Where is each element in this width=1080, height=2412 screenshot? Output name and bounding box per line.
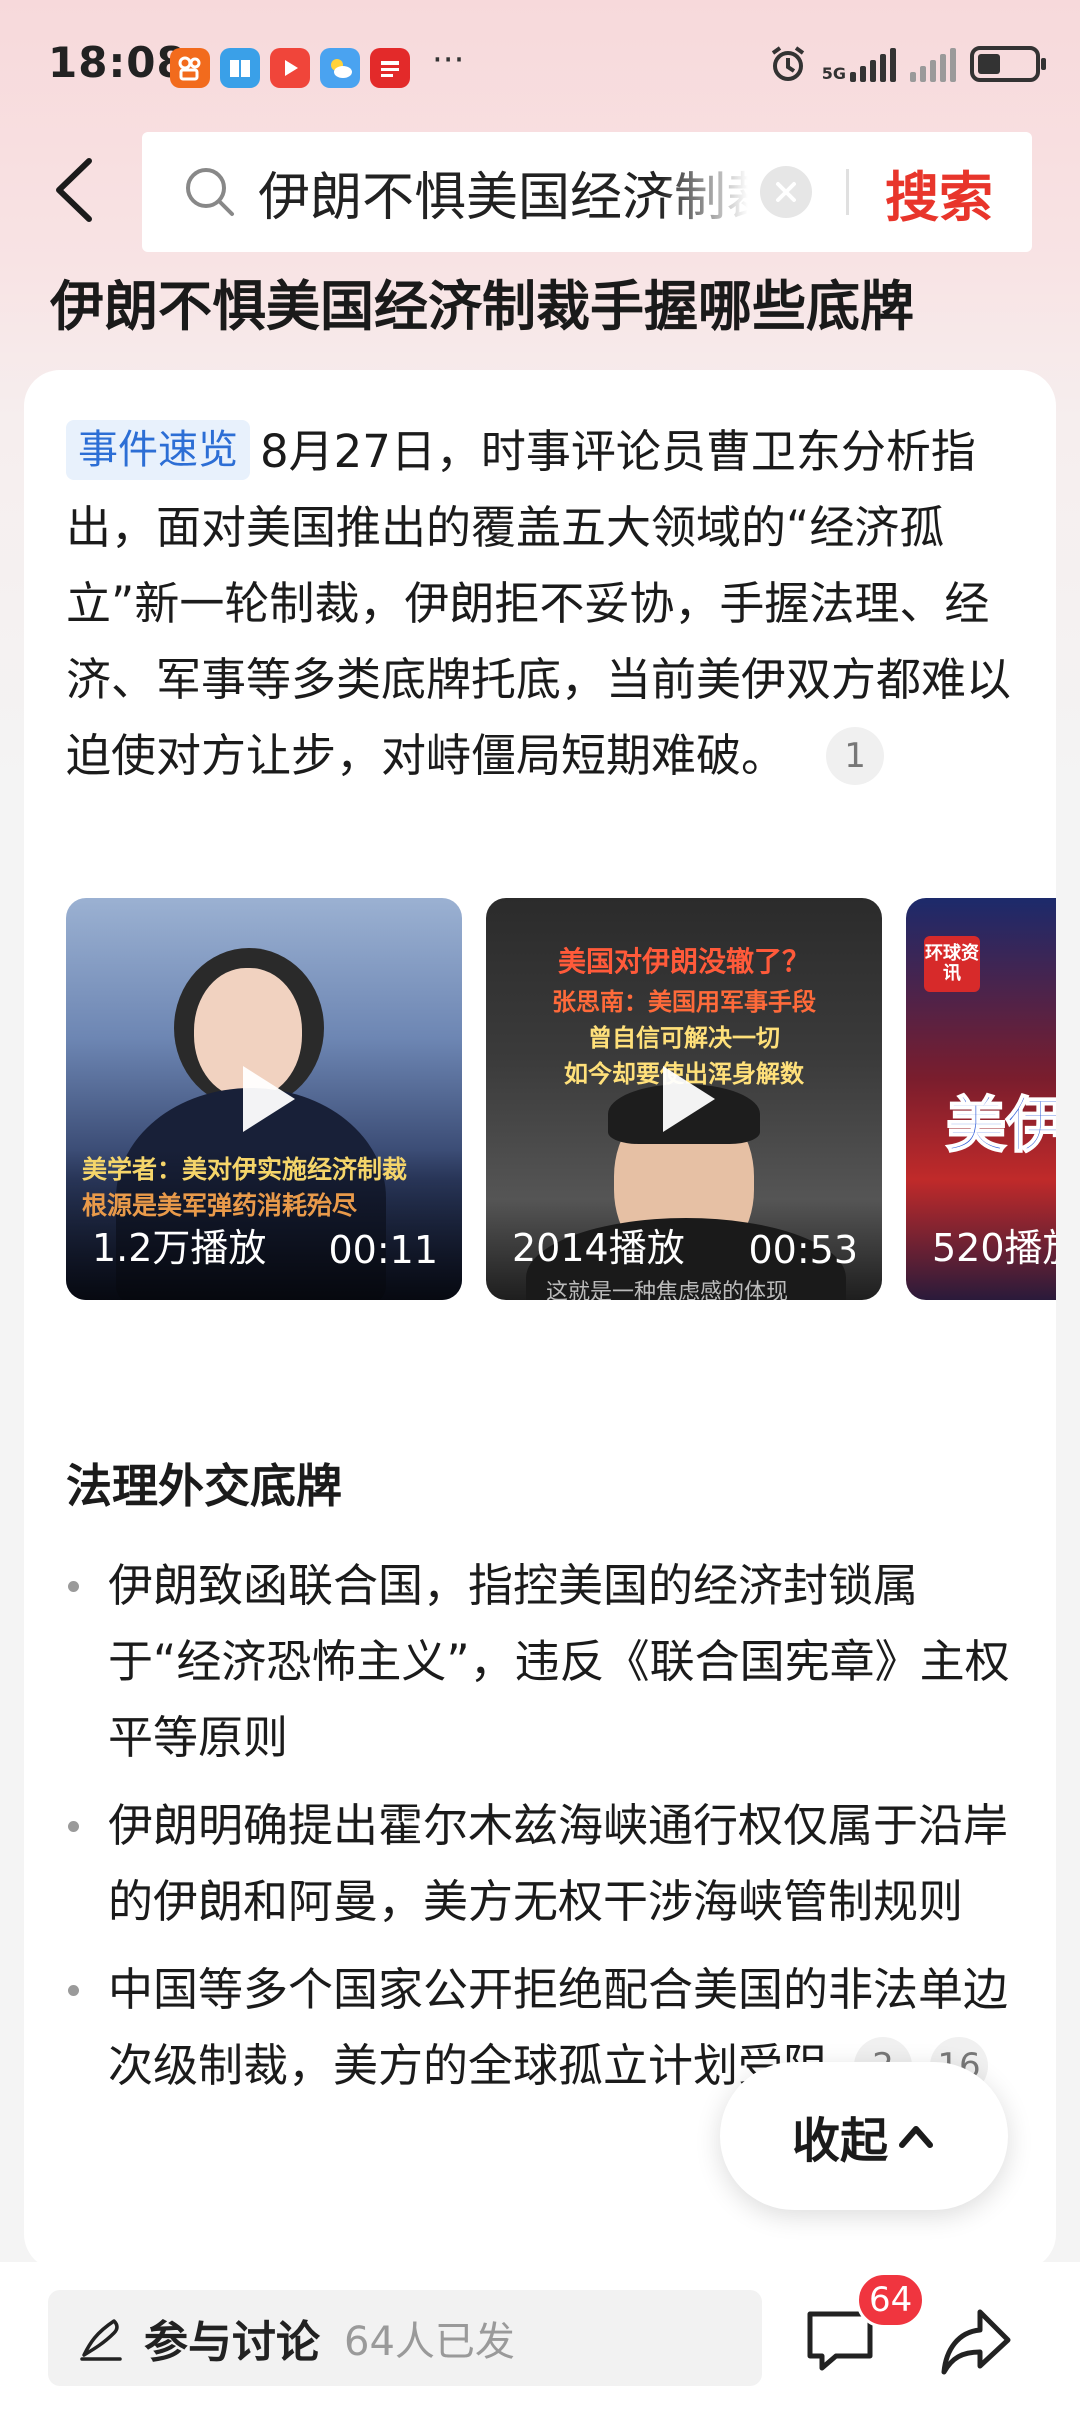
- app-weather-icon: [320, 48, 360, 88]
- video-subtitle: 张思南：美国用军事手段: [552, 988, 816, 1016]
- video-channel-logo: 环球资讯: [924, 936, 980, 992]
- battery-icon: [970, 46, 1046, 82]
- chevron-left-icon: [56, 158, 92, 222]
- list-item: 伊朗明确提出霍尔木兹海峡通行权仅属于沿岸的伊朗和阿曼，美方无权干涉海峡管制规则: [66, 1788, 1016, 1940]
- ai-summary-card: 事件速览 8月27日，时事评论员曹卫东分析指出，面对美国推出的覆盖五大领域的“经济…: [24, 370, 1056, 2270]
- reference-badge[interactable]: 1: [826, 727, 885, 785]
- app-news-icon: [370, 48, 410, 88]
- video-duration: 00:11: [328, 1228, 438, 1272]
- search-divider: [846, 169, 849, 215]
- search-bar[interactable]: 伊朗不惧美国经济制裁手握哪些底牌 搜索: [142, 132, 1032, 252]
- video-play-count: 2014播放: [512, 1226, 685, 1270]
- play-icon: [663, 1066, 715, 1132]
- status-right: 5G: [768, 44, 1046, 84]
- discussion-label: 参与讨论: [144, 2317, 320, 2368]
- video-subtitle: 曾自信可解决一切: [588, 1024, 780, 1052]
- status-bar: 18:08 ··· 5G: [0, 0, 1080, 130]
- section-title: 法理外交底牌: [66, 1459, 342, 1513]
- signal-no-service-icon: [910, 46, 956, 82]
- discussion-input[interactable]: 参与讨论 64人已发: [48, 2290, 762, 2386]
- list-item-text: 伊朗明确提出霍尔木兹海峡通行权仅属于沿岸的伊朗和阿曼，美方无权干涉海峡管制规则: [108, 1799, 1009, 1928]
- clear-search-button[interactable]: [760, 166, 812, 218]
- event-overview-tag[interactable]: 事件速览: [66, 420, 250, 480]
- share-icon[interactable]: [936, 2302, 1016, 2382]
- video-card[interactable]: 美国对伊朗没辙了？ 张思南：美国用军事手段 曾自信可解决一切 如今却要使出浑身解…: [486, 898, 882, 1300]
- chevron-up-icon: [899, 2126, 933, 2148]
- video-card[interactable]: 环球资讯 美伊将满 520播放: [906, 898, 1056, 1300]
- video-card[interactable]: 美学者：美对伊实施经济制裁 根源是美军弹药消耗殆尽 1.2万播放 00:11: [66, 898, 462, 1300]
- alarm-icon: [771, 46, 804, 81]
- search-input[interactable]: 伊朗不惧美国经济制裁手握哪些底牌: [258, 155, 748, 230]
- back-button[interactable]: [44, 150, 104, 230]
- close-icon: [776, 182, 796, 202]
- video-headline: 美伊将满: [945, 1090, 1056, 1162]
- pen-icon: [80, 2319, 122, 2361]
- signal-strength-icon: [850, 46, 896, 82]
- collapse-label: 收起: [791, 2113, 888, 2169]
- list-item-text: 伊朗致函联合国，指控美国的经济封锁属于“经济恐怖主义”，违反《联合国宪章》主权平…: [108, 1559, 1010, 1764]
- app-book-icon: [220, 48, 260, 88]
- video-carousel[interactable]: 美学者：美对伊实施经济制裁 根源是美军弹药消耗殆尽 1.2万播放 00:11 美…: [66, 898, 1056, 1300]
- status-app-icons: [170, 48, 410, 88]
- list-item: 伊朗致函联合国，指控美国的经济封锁属于“经济恐怖主义”，违反《联合国宪章》主权平…: [66, 1548, 1016, 1776]
- bottom-bar: 参与讨论 64人已发 64: [0, 2262, 1080, 2412]
- search-icon: [186, 168, 234, 216]
- video-play-count: 1.2万播放: [92, 1226, 267, 1270]
- play-icon: [243, 1066, 295, 1132]
- page-title: 伊朗不惧美国经济制裁手握哪些底牌: [50, 275, 914, 338]
- video-headline: 美国对伊朗没辙了？: [557, 945, 810, 978]
- search-submit-button[interactable]: 搜索: [885, 153, 993, 232]
- video-caption-line: 美学者：美对伊实施经济制裁: [82, 1155, 408, 1184]
- bullet-list: 伊朗致函联合国，指控美国的经济封锁属于“经济恐怖主义”，违反《联合国宪章》主权平…: [66, 1548, 1016, 2116]
- status-time: 18:08: [48, 38, 187, 87]
- video-duration: 00:53: [748, 1228, 858, 1272]
- app-video-icon: [270, 48, 310, 88]
- comment-count-badge: 64: [856, 2272, 926, 2328]
- status-more-dots: ···: [432, 40, 465, 80]
- app-kuaishou-icon: [170, 48, 210, 88]
- collapse-button[interactable]: 收起: [720, 2062, 1008, 2210]
- video-bottom-caption: 这就是一种焦虑感的体现: [546, 1280, 789, 1300]
- discussion-count: 64人已发: [344, 2319, 515, 2365]
- video-play-count: 520播放: [932, 1226, 1056, 1270]
- network-type-label: 5G: [821, 64, 846, 83]
- summary-paragraph: 事件速览 8月27日，时事评论员曹卫东分析指出，面对美国推出的覆盖五大领域的“经济…: [66, 414, 1016, 794]
